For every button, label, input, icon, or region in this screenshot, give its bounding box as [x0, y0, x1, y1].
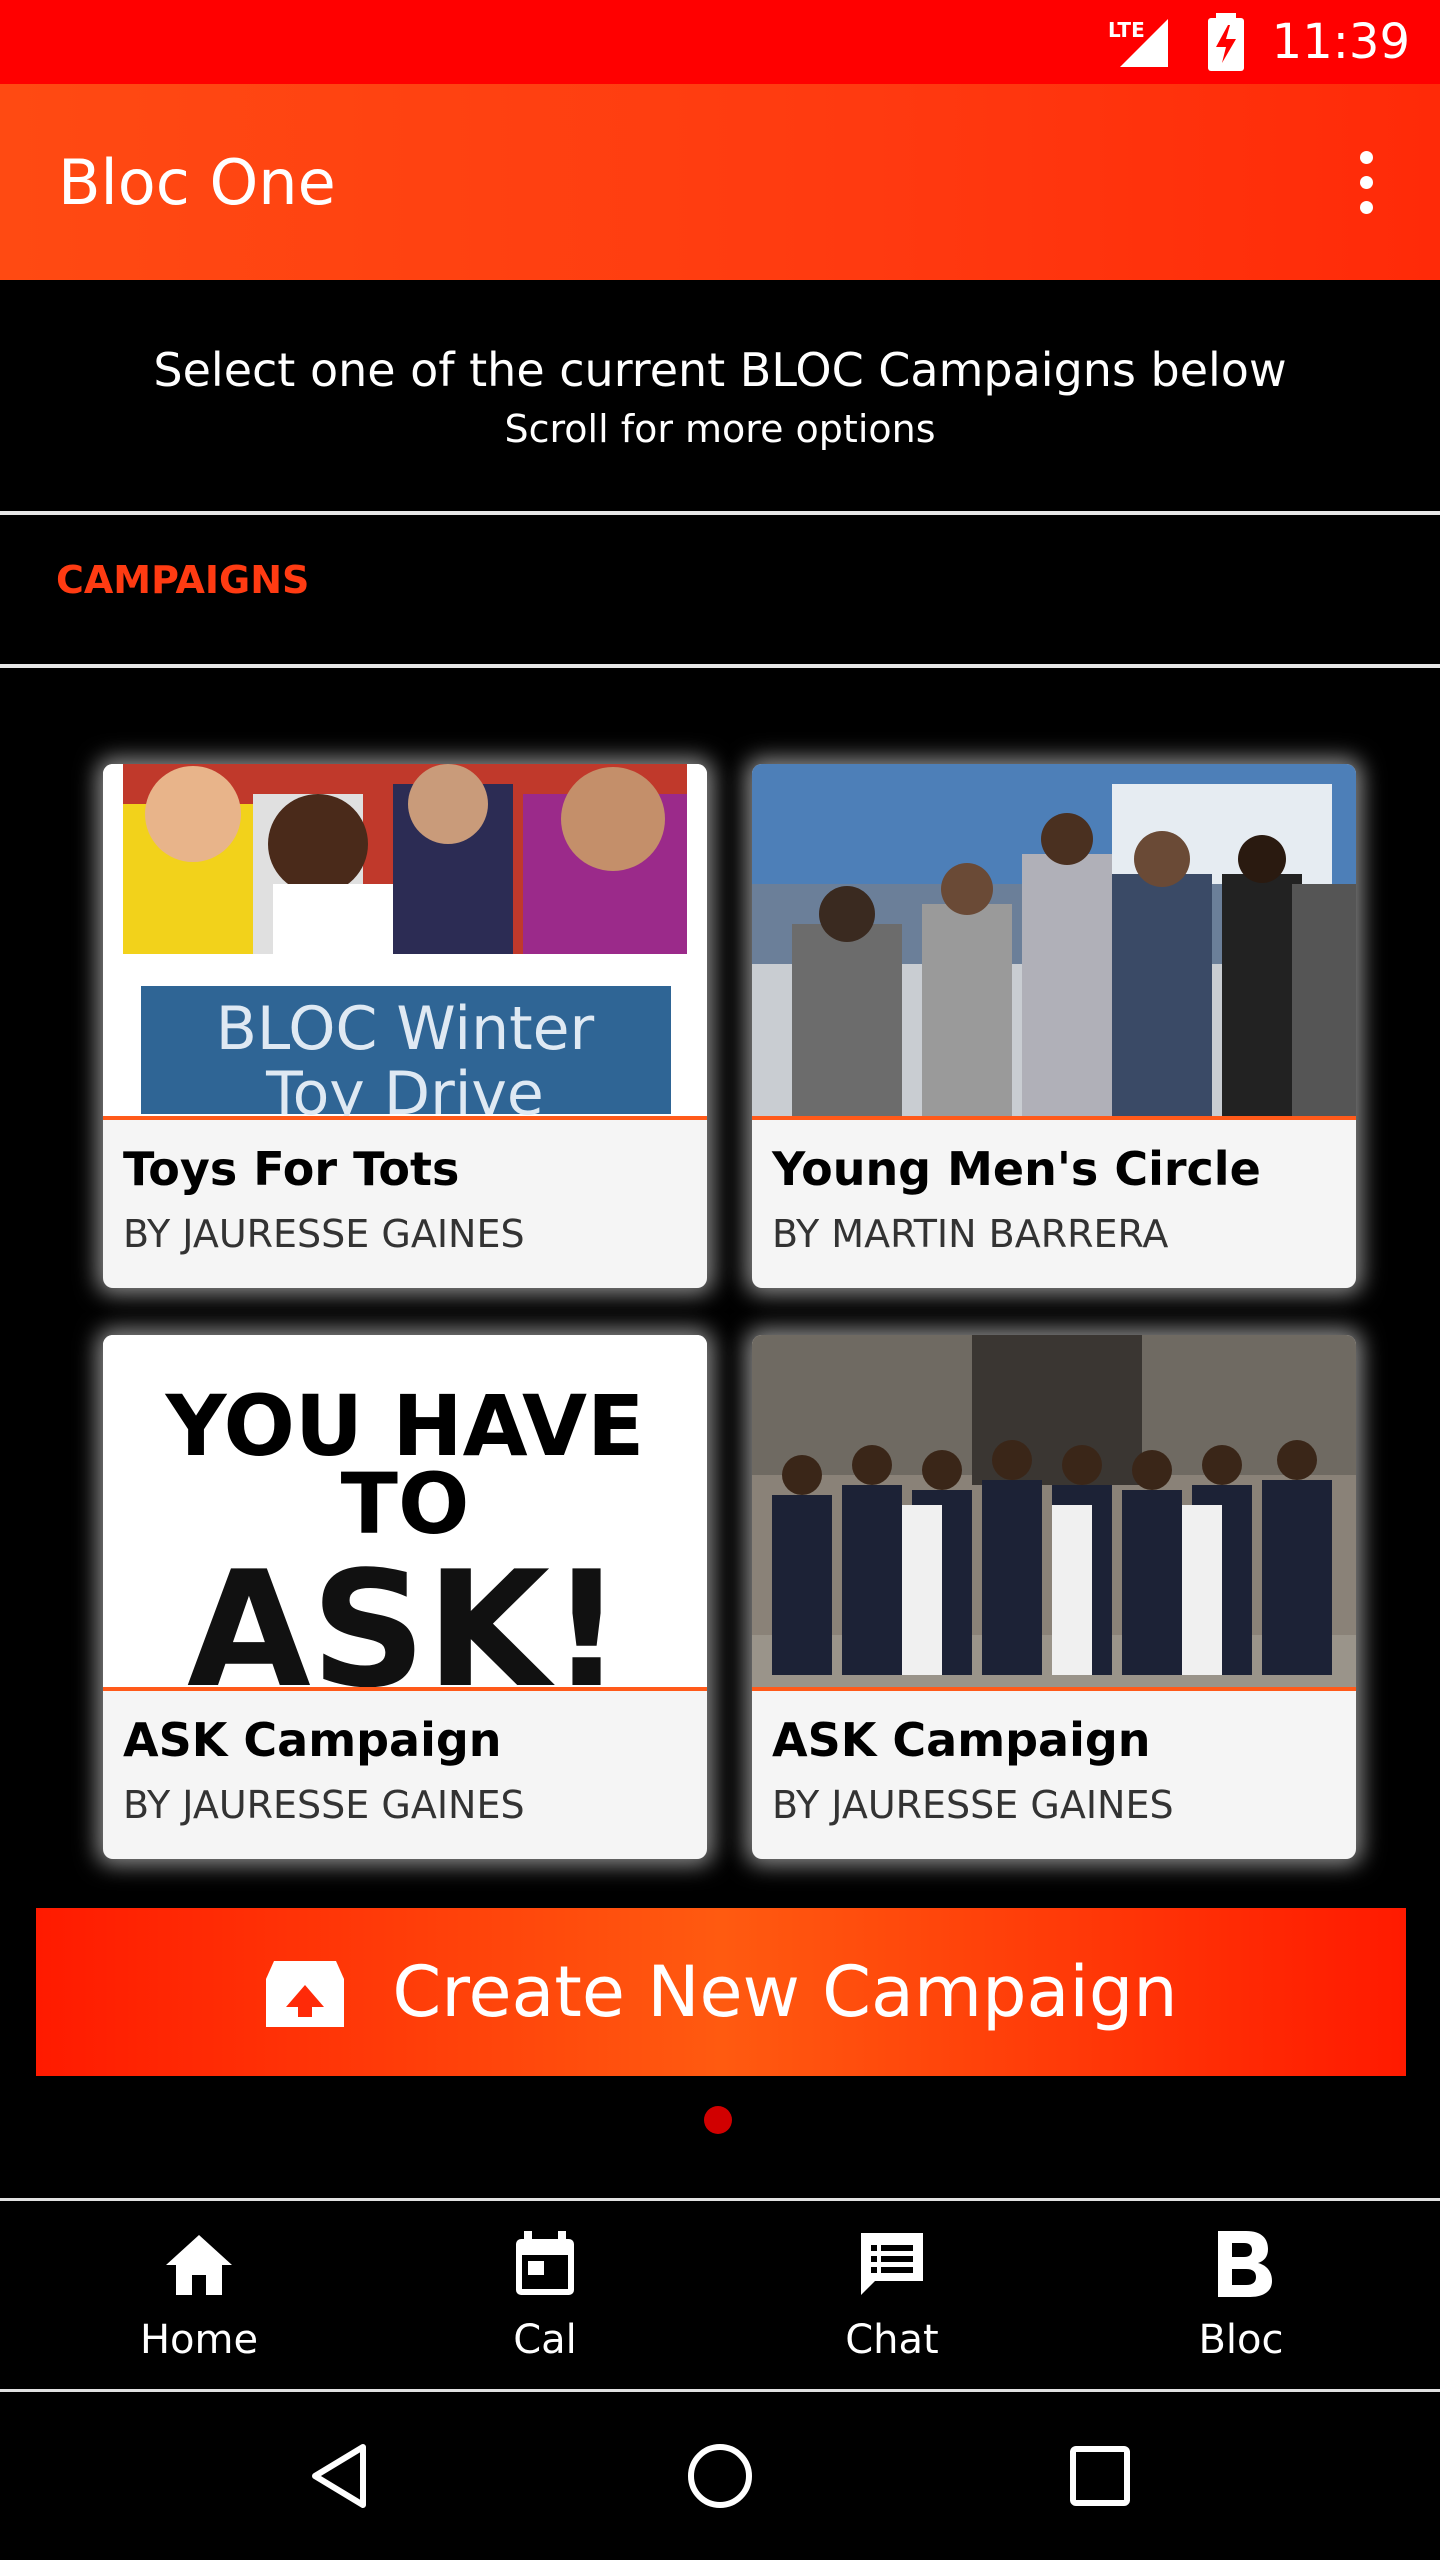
app-bar: Bloc One — [0, 84, 1440, 280]
nav-label: Bloc — [1198, 2317, 1284, 2363]
page-indicator-dot — [704, 2106, 732, 2134]
campaign-author: BY JAURESSE GAINES — [123, 1783, 525, 1827]
app-title: Bloc One — [58, 145, 336, 219]
svg-text:LTE: LTE — [1108, 18, 1145, 42]
campaign-title: ASK Campaign — [772, 1713, 1151, 1767]
svg-text:BLOC Winter: BLOC Winter — [216, 994, 595, 1064]
lte-signal-icon: LTE — [1108, 18, 1168, 67]
campaign-title: Young Men's Circle — [772, 1142, 1261, 1196]
campaign-title: Toys For Tots — [123, 1142, 460, 1196]
more-vert-icon[interactable] — [1336, 132, 1396, 232]
campaign-thumbnail: YOU HAVE TO ASK! — [103, 1335, 707, 1687]
campaign-card-young-mens-circle[interactable]: Young Men's Circle BY MARTIN BARRERA — [752, 764, 1356, 1288]
campaign-thumbnail — [752, 1335, 1356, 1687]
status-icons: LTE — [1106, 13, 1246, 71]
clock: 11:39 — [1271, 14, 1410, 70]
campaign-author: BY JAURESSE GAINES — [772, 1783, 1174, 1827]
instructions-panel: Select one of the current BLOC Campaigns… — [0, 283, 1440, 511]
nav-item-bloc[interactable]: Bloc — [1121, 2201, 1361, 2391]
calendar-icon — [516, 2231, 574, 2295]
recents-icon[interactable] — [1060, 2436, 1140, 2516]
svg-text:Toy Drive: Toy Drive — [265, 1059, 544, 1116]
chat-icon — [861, 2233, 923, 2295]
campaign-title: ASK Campaign — [123, 1713, 502, 1767]
battery-charging-icon — [1207, 13, 1244, 71]
instructions-title: Select one of the current BLOC Campaigns… — [153, 343, 1287, 397]
campaign-card-ask-campaign-2[interactable]: ASK Campaign BY JAURESSE GAINES — [752, 1335, 1356, 1859]
bloc-logo-icon — [1218, 2231, 1272, 2297]
upload-box-icon — [266, 1961, 345, 2027]
home-icon — [166, 2235, 232, 2295]
svg-text:ASK!: ASK! — [187, 1536, 623, 1687]
nav-label: Home — [139, 2317, 259, 2363]
create-campaign-button[interactable]: Create New Campaign — [36, 1908, 1406, 2076]
divider — [0, 511, 1440, 515]
campaign-thumbnail — [752, 764, 1356, 1116]
nav-item-chat[interactable]: Chat — [772, 2201, 1012, 2391]
create-campaign-label: Create New Campaign — [392, 1951, 1178, 2033]
campaign-author: BY MARTIN BARRERA — [772, 1212, 1169, 1256]
campaign-card-toys-for-tots[interactable]: BLOC Winter Toy Drive Toys For Tots BY J… — [103, 764, 707, 1288]
campaign-card-ask-campaign[interactable]: YOU HAVE TO ASK! ASK Campaign BY JAURESS… — [103, 1335, 707, 1859]
nav-item-cal[interactable]: Cal — [425, 2201, 665, 2391]
instructions-subtitle: Scroll for more options — [504, 407, 936, 451]
section-header-campaigns: CAMPAIGNS — [56, 558, 310, 602]
campaign-thumbnail: BLOC Winter Toy Drive — [103, 764, 707, 1116]
nav-label: Chat — [845, 2317, 939, 2363]
nav-item-home[interactable]: Home — [79, 2201, 319, 2391]
nav-label: Cal — [513, 2317, 577, 2363]
home-circle-icon[interactable] — [680, 2436, 760, 2516]
bottom-navigation: Home Cal Chat Bloc — [0, 2198, 1440, 2392]
status-bar: LTE 11:39 — [0, 0, 1440, 84]
campaign-grid: BLOC Winter Toy Drive Toys For Tots BY J… — [0, 668, 1440, 1868]
system-navigation-bar — [0, 2392, 1440, 2560]
campaign-author: BY JAURESSE GAINES — [123, 1212, 525, 1256]
back-icon[interactable] — [300, 2436, 380, 2516]
